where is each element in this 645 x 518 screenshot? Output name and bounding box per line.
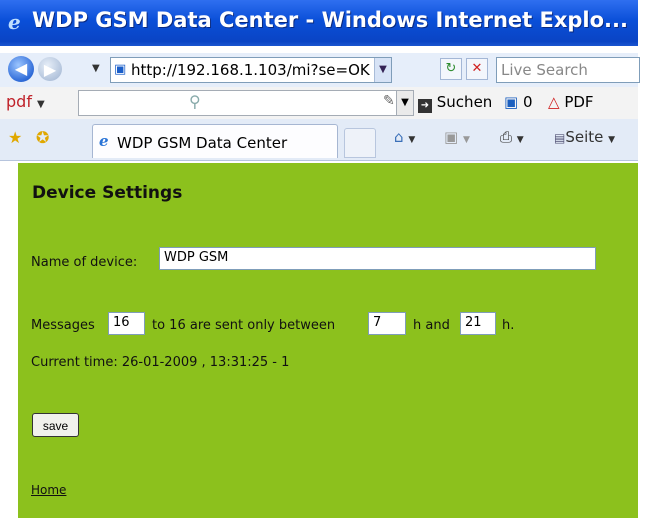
- page-content: Device Settings Name of device: WDP GSM …: [18, 163, 638, 518]
- pdf-button[interactable]: △ PDF: [548, 93, 594, 111]
- pdf-button-label: PDF: [564, 93, 594, 111]
- browser-window: e WDP GSM Data Center - Windows Internet…: [0, 0, 640, 518]
- refresh-icon: ↻: [445, 61, 457, 76]
- suchen-label: Suchen: [436, 93, 493, 111]
- back-arrow-icon: ◀: [14, 59, 28, 78]
- pdf-icon: △: [548, 93, 560, 111]
- pdf-toolbar: pdf ▼ ⚲ ✎ ▼ ➜ Suchen ▣ 0 △ PDF: [0, 87, 638, 120]
- stop-button[interactable]: ✕: [466, 58, 488, 80]
- search-placeholder: Live Search: [501, 61, 588, 79]
- print-icon: ⎙: [500, 128, 513, 146]
- pdf-search-input[interactable]: ⚲ ✎: [78, 90, 398, 116]
- counter-value: 0: [522, 93, 533, 111]
- recent-pages-dropdown-icon[interactable]: ▼: [92, 63, 100, 74]
- device-name-label: Name of device:: [31, 255, 138, 270]
- hour-from-input[interactable]: 7: [368, 312, 406, 335]
- home-link[interactable]: Home: [31, 483, 66, 497]
- tab-ie-icon: e: [99, 132, 109, 150]
- title-bar: e WDP GSM Data Center - Windows Internet…: [0, 0, 638, 46]
- favorites-star-icon[interactable]: ★: [8, 128, 22, 147]
- home-icon: ⌂: [394, 128, 404, 146]
- ie-logo-icon: e: [8, 10, 21, 34]
- magnifier-icon: ⚲: [189, 92, 201, 111]
- page-icon: ▣: [114, 62, 127, 77]
- back-button[interactable]: ◀: [8, 56, 34, 82]
- messages-from-input[interactable]: 16: [108, 312, 145, 335]
- new-tab-button[interactable]: [344, 128, 376, 158]
- hour-to-input[interactable]: 21: [460, 312, 496, 335]
- pdf-label-text: pdf: [6, 92, 32, 111]
- address-field[interactable]: ▣ http://192.168.1.103/mi?se=OK ▼: [110, 57, 392, 83]
- stop-icon: ✕: [471, 61, 483, 76]
- pencil-icon: ✎: [383, 93, 395, 109]
- counter-icon: ▣: [504, 93, 519, 111]
- page-menu-dropdown-icon: ▼: [608, 135, 616, 145]
- address-toolbar: ◀ ▶ ▼ ▣ http://192.168.1.103/mi?se=OK ▼ …: [0, 53, 640, 88]
- device-name-input[interactable]: WDP GSM: [159, 247, 596, 270]
- messages-range-text: to 16 are sent only between: [152, 318, 336, 333]
- search-arrow-icon: ➜: [418, 99, 432, 113]
- refresh-button[interactable]: ↻: [440, 58, 462, 80]
- feeds-icon: ▣: [444, 128, 459, 146]
- forward-arrow-icon: ▶: [43, 60, 57, 79]
- address-dropdown-icon[interactable]: ▼: [374, 58, 391, 82]
- home-button[interactable]: ⌂ ▼: [394, 128, 415, 146]
- pdf-dropdown-icon: ▼: [37, 99, 45, 110]
- hour-suffix-text: h.: [502, 318, 515, 333]
- tab-bar: ★ ✪ e WDP GSM Data Center ⌂ ▼ ▣ ▼ ⎙ ▼ ▤S…: [0, 119, 638, 161]
- suchen-button[interactable]: ➜ Suchen: [418, 93, 492, 113]
- tab-wdp-gsm-data-center[interactable]: e WDP GSM Data Center: [92, 124, 338, 158]
- print-button[interactable]: ⎙ ▼: [500, 128, 524, 146]
- pdf-search-dropdown-icon[interactable]: ▼: [396, 90, 414, 116]
- messages-label: Messages: [31, 318, 95, 333]
- forward-button[interactable]: ▶: [38, 57, 62, 81]
- page-menu-icon: ▤: [554, 131, 566, 145]
- home-dropdown-icon: ▼: [408, 135, 416, 145]
- window-title: WDP GSM Data Center - Windows Internet E…: [32, 8, 628, 32]
- print-dropdown-icon: ▼: [516, 135, 524, 145]
- page-title: Device Settings: [32, 183, 183, 203]
- feeds-dropdown-icon: ▼: [462, 135, 470, 145]
- tab-label: WDP GSM Data Center: [117, 134, 288, 152]
- save-button[interactable]: save: [32, 413, 79, 437]
- pdf-toolbar-label[interactable]: pdf ▼: [6, 92, 45, 111]
- current-time-text: Current time: 26-01-2009 , 13:31:25 - 1: [31, 355, 290, 370]
- add-favorites-icon[interactable]: ✪: [36, 128, 49, 147]
- feeds-button[interactable]: ▣ ▼: [444, 128, 470, 146]
- live-search-input[interactable]: Live Search: [496, 57, 640, 83]
- counter-button[interactable]: ▣ 0: [504, 93, 533, 111]
- hour-and-text: h and: [413, 318, 450, 333]
- page-menu-label: Seite: [565, 128, 604, 146]
- address-url: http://192.168.1.103/mi?se=OK: [131, 61, 370, 79]
- page-menu-button[interactable]: ▤Seite ▼: [554, 128, 615, 146]
